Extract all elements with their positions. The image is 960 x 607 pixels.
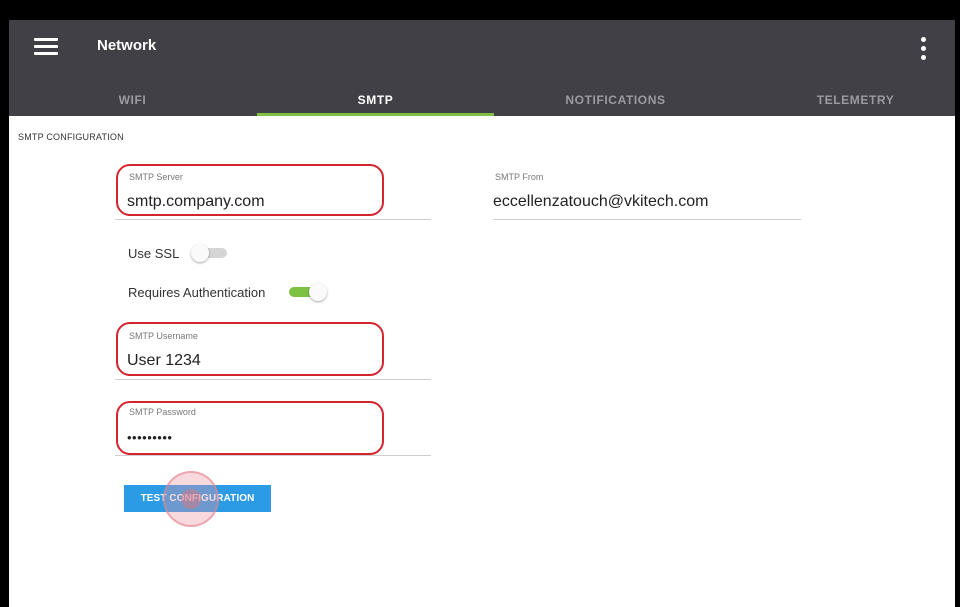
smtp-password-highlight — [116, 401, 384, 455]
tab-smtp[interactable]: SMTP — [257, 84, 494, 116]
touch-ripple-core — [181, 489, 201, 509]
more-vertical-icon[interactable] — [913, 35, 933, 63]
hamburger-menu-icon[interactable] — [31, 34, 61, 58]
page-title: Network — [97, 37, 157, 54]
smtp-server-underline — [115, 219, 431, 220]
smtp-from-label: SMTP From — [495, 172, 544, 182]
section-title: SMTP CONFIGURATION — [18, 132, 124, 142]
smtp-from-underline — [493, 219, 801, 220]
tab-bar: WIFI SMTP NOTIFICATIONS TELEMETRY — [9, 84, 955, 116]
smtp-username-highlight — [116, 322, 384, 376]
device-frame: Network WIFI SMTP NOTIFICATIONS TELEMETR… — [0, 0, 960, 607]
requires-auth-toggle-knob — [309, 283, 327, 301]
app-screen: Network WIFI SMTP NOTIFICATIONS TELEMETR… — [9, 20, 955, 607]
app-bar: Network WIFI SMTP NOTIFICATIONS TELEMETR… — [9, 20, 955, 116]
tab-wifi[interactable]: WIFI — [14, 84, 251, 116]
requires-auth-toggle[interactable] — [287, 281, 327, 303]
use-ssl-label: Use SSL — [128, 246, 180, 261]
smtp-from-input[interactable]: eccellenzatouch@vkitech.com — [493, 193, 708, 211]
smtp-server-highlight — [116, 164, 384, 216]
tab-notifications[interactable]: NOTIFICATIONS — [497, 84, 734, 116]
smtp-username-underline — [115, 379, 431, 380]
smtp-password-underline — [115, 455, 431, 456]
tab-telemetry[interactable]: TELEMETRY — [737, 84, 955, 116]
requires-auth-label: Requires Authentication — [128, 285, 266, 300]
use-ssl-toggle[interactable] — [191, 242, 231, 264]
use-ssl-toggle-knob — [191, 244, 209, 262]
